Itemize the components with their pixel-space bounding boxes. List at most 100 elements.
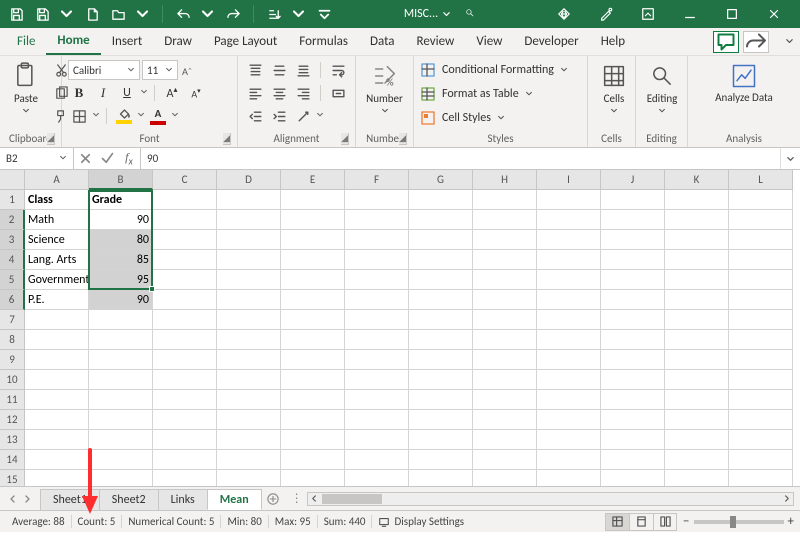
italic-button[interactable]: I xyxy=(92,83,114,103)
zoom-in-icon[interactable]: + xyxy=(788,514,794,529)
cell[interactable] xyxy=(217,250,281,270)
cell[interactable]: 80 xyxy=(89,230,153,250)
cell[interactable] xyxy=(473,390,537,410)
align-left-icon[interactable] xyxy=(244,83,266,103)
cell[interactable] xyxy=(25,390,89,410)
decrease-indent-icon[interactable] xyxy=(244,106,266,126)
row-header[interactable]: 4 xyxy=(0,250,25,270)
draw-icon[interactable] xyxy=(586,0,626,28)
cell[interactable] xyxy=(217,270,281,290)
align-top-icon[interactable] xyxy=(244,60,266,80)
save-icon[interactable] xyxy=(32,4,52,24)
cell[interactable]: Government xyxy=(25,270,89,290)
cell[interactable] xyxy=(281,450,345,470)
cell[interactable] xyxy=(25,370,89,390)
cell[interactable] xyxy=(409,250,473,270)
row-header[interactable]: 14 xyxy=(0,450,25,470)
cell[interactable] xyxy=(665,250,729,270)
cell[interactable] xyxy=(345,430,409,450)
cell[interactable] xyxy=(729,370,793,390)
row-header[interactable]: 5 xyxy=(0,270,25,290)
row-header[interactable]: 2 xyxy=(0,210,25,230)
cell[interactable] xyxy=(729,330,793,350)
cell[interactable] xyxy=(473,310,537,330)
diamond-icon[interactable] xyxy=(544,0,584,28)
cell[interactable] xyxy=(281,230,345,250)
cell[interactable] xyxy=(409,430,473,450)
col-header[interactable]: I xyxy=(537,170,601,190)
tab-splitter[interactable]: ⋮ xyxy=(291,491,303,506)
row-header[interactable]: 7 xyxy=(0,310,25,330)
cell[interactable] xyxy=(537,430,601,450)
cell[interactable]: 90 xyxy=(89,210,153,230)
cell[interactable] xyxy=(89,470,153,486)
cell[interactable] xyxy=(281,250,345,270)
cell[interactable] xyxy=(601,290,665,310)
font-size-select[interactable]: 11 xyxy=(142,60,178,80)
cell[interactable] xyxy=(89,430,153,450)
cell[interactable] xyxy=(89,310,153,330)
cell[interactable] xyxy=(473,470,537,486)
cell[interactable] xyxy=(153,370,217,390)
row-header[interactable]: 1 xyxy=(0,190,25,210)
undo-caret-icon[interactable] xyxy=(197,4,217,24)
orientation-icon[interactable] xyxy=(292,106,314,126)
cell[interactable] xyxy=(729,210,793,230)
minimize-icon[interactable] xyxy=(670,0,710,28)
cell[interactable] xyxy=(665,410,729,430)
qa-caret-icon[interactable] xyxy=(56,4,76,24)
zoom-out-icon[interactable]: − xyxy=(683,514,689,529)
row-header[interactable]: 11 xyxy=(0,390,25,410)
col-header[interactable]: D xyxy=(217,170,281,190)
cell[interactable] xyxy=(473,250,537,270)
cell[interactable] xyxy=(281,270,345,290)
cell[interactable] xyxy=(409,450,473,470)
fx-icon[interactable]: fx xyxy=(118,149,140,169)
align-middle-icon[interactable] xyxy=(268,60,290,80)
cell[interactable] xyxy=(281,210,345,230)
col-header[interactable]: K xyxy=(665,170,729,190)
cell[interactable] xyxy=(25,430,89,450)
cell[interactable] xyxy=(473,350,537,370)
cell[interactable] xyxy=(89,390,153,410)
cell[interactable]: Class xyxy=(25,190,89,210)
cell[interactable] xyxy=(473,370,537,390)
cell[interactable] xyxy=(217,210,281,230)
tab-draw[interactable]: Draw xyxy=(153,28,203,55)
cell[interactable] xyxy=(537,290,601,310)
formula-input[interactable]: 90 xyxy=(141,148,780,169)
add-sheet-icon[interactable] xyxy=(261,487,285,510)
cell[interactable] xyxy=(665,370,729,390)
col-header[interactable]: E xyxy=(281,170,345,190)
cell[interactable] xyxy=(601,310,665,330)
comments-button[interactable] xyxy=(713,31,739,53)
view-page-layout-icon[interactable] xyxy=(629,513,653,531)
col-header[interactable]: B xyxy=(89,170,153,190)
customize-qa-icon[interactable] xyxy=(314,4,334,24)
cell[interactable] xyxy=(409,190,473,210)
cell[interactable] xyxy=(153,330,217,350)
cell[interactable] xyxy=(665,230,729,250)
cell[interactable] xyxy=(665,470,729,486)
underline-button[interactable]: U xyxy=(116,83,138,103)
cell[interactable] xyxy=(537,190,601,210)
cell[interactable] xyxy=(89,350,153,370)
increase-font-size-icon[interactable]: A▴ xyxy=(161,83,183,103)
select-all-corner[interactable] xyxy=(0,170,25,190)
cell[interactable]: Grade xyxy=(89,190,153,210)
cell[interactable] xyxy=(217,450,281,470)
cell[interactable] xyxy=(537,370,601,390)
font-color-button[interactable]: A xyxy=(147,106,169,126)
cell[interactable] xyxy=(665,390,729,410)
cell[interactable] xyxy=(345,350,409,370)
borders-button[interactable] xyxy=(68,106,90,126)
cell[interactable] xyxy=(281,390,345,410)
zoom-slider[interactable] xyxy=(694,520,784,524)
close-icon[interactable] xyxy=(754,0,794,28)
cell[interactable] xyxy=(537,310,601,330)
cell[interactable] xyxy=(537,410,601,430)
cell[interactable] xyxy=(409,230,473,250)
cell[interactable] xyxy=(217,370,281,390)
cell[interactable] xyxy=(473,230,537,250)
tab-data[interactable]: Data xyxy=(359,28,406,55)
